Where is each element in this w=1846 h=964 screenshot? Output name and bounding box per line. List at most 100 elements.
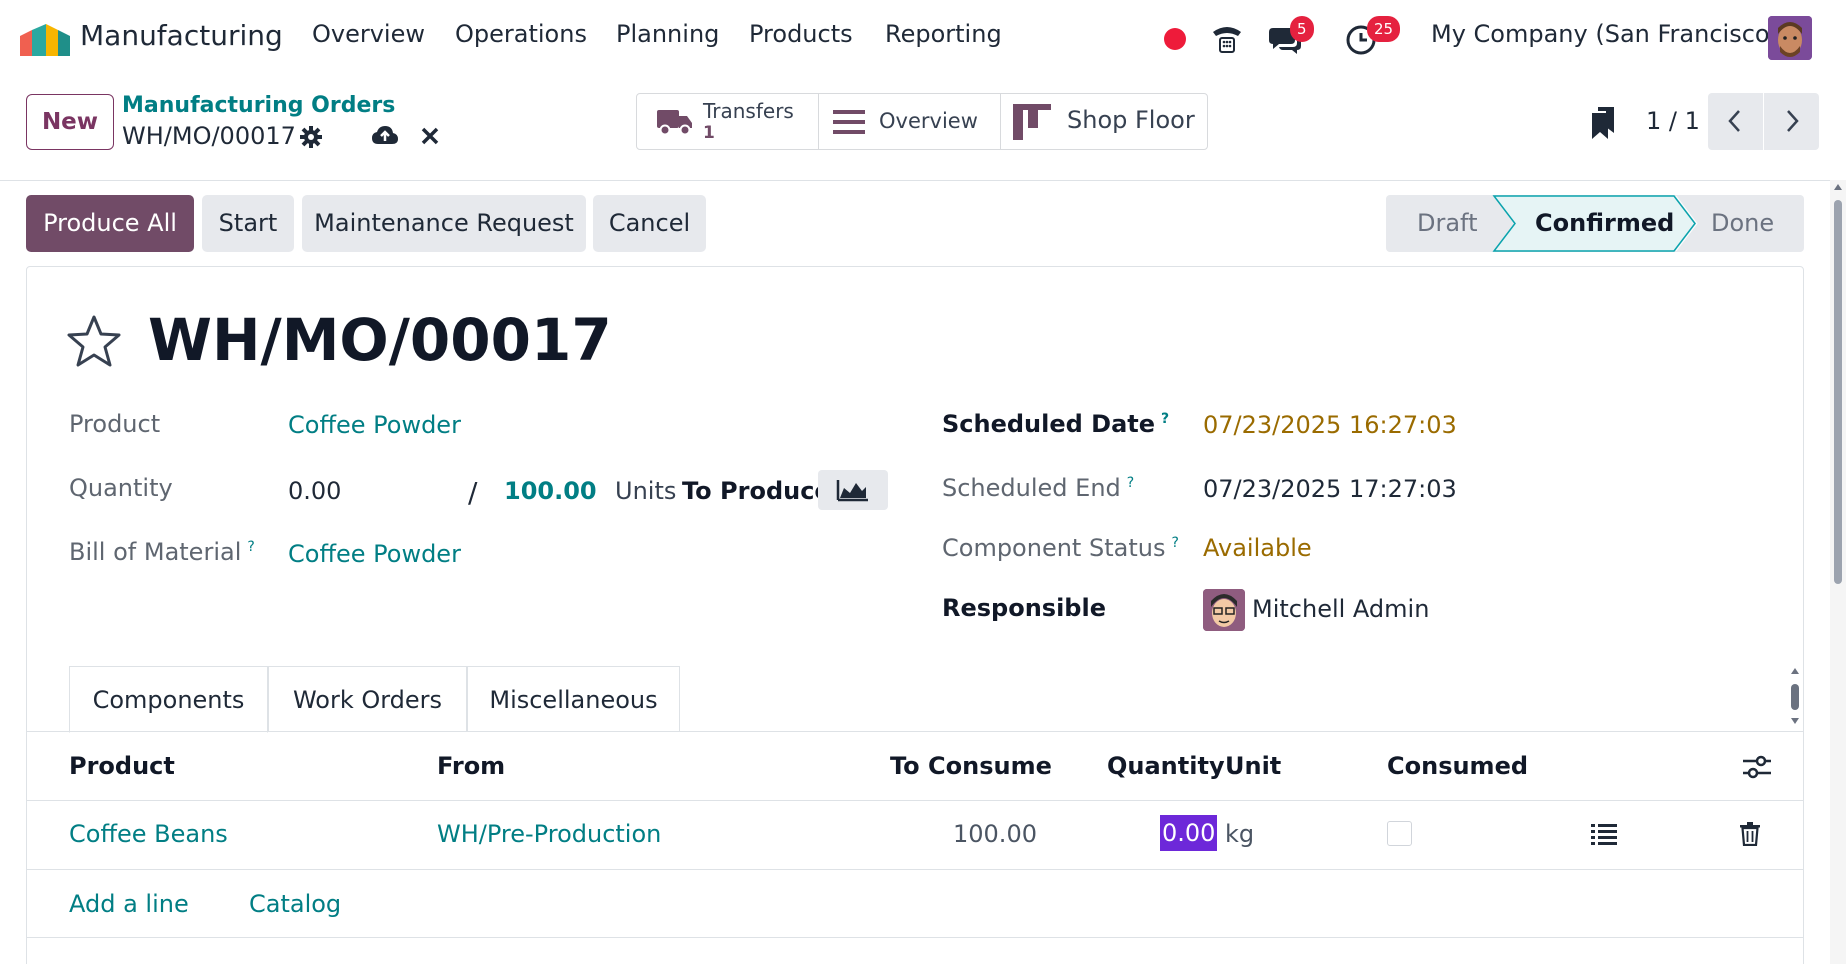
optional-columns-icon[interactable] (1743, 754, 1771, 780)
quantity-input[interactable]: 0.00 (288, 477, 341, 505)
row-delete-trash-icon[interactable] (1740, 822, 1760, 846)
save-cloud-icon[interactable] (371, 124, 399, 148)
row-unit: kg (1225, 820, 1255, 848)
row-details-list-icon[interactable] (1591, 823, 1617, 845)
maintenance-request-button[interactable]: Maintenance Request (302, 195, 586, 252)
bom-field[interactable]: Coffee Powder (288, 540, 461, 568)
phone-icon[interactable] (1210, 22, 1244, 56)
bookmark-icon[interactable] (1592, 107, 1616, 139)
page-scrollbar-thumb[interactable] (1834, 200, 1842, 584)
favorite-star-icon[interactable] (66, 314, 122, 368)
overview-label: Overview (879, 109, 978, 133)
quantity-label: Quantity (69, 474, 173, 502)
scheduled-date-help-icon[interactable]: ? (1161, 411, 1169, 427)
chevron-right-icon (1787, 110, 1799, 132)
bom-label-text: Bill of Material (69, 538, 242, 566)
row-to-consume: 100.00 (953, 820, 1037, 848)
bom-help-icon[interactable]: ? (247, 539, 254, 555)
page-scrollbar-up-arrow[interactable] (1834, 184, 1842, 190)
scheduled-end-label-text: Scheduled End (942, 474, 1121, 502)
start-button[interactable]: Start (202, 195, 294, 252)
menu-products[interactable]: Products (749, 20, 853, 48)
overview-smart-button[interactable]: Overview (819, 94, 1001, 149)
col-unit[interactable]: Unit (1225, 752, 1281, 780)
forecast-chart-button[interactable] (818, 470, 888, 510)
breadcrumb-parent[interactable]: Manufacturing Orders (122, 93, 395, 118)
messages-badge: 5 (1290, 16, 1314, 42)
table-scrollbar[interactable] (1788, 668, 1802, 726)
product-label: Product (69, 410, 161, 438)
menu-overview[interactable]: Overview (312, 20, 425, 48)
catalog-link[interactable]: Catalog (249, 890, 341, 918)
quantity-target[interactable]: 100.00 (504, 477, 597, 505)
shop-floor-label: Shop Floor (1067, 106, 1195, 134)
component-status-label: Component Status? (942, 534, 1179, 562)
scheduled-end-label: Scheduled End? (942, 474, 1134, 502)
record-title: WH/MO/00017 (148, 306, 612, 374)
menu-operations[interactable]: Operations (455, 20, 587, 48)
component-status-label-text: Component Status (942, 534, 1166, 562)
activities-badge: 25 (1367, 16, 1401, 42)
pager-value[interactable]: 1 / 1 (1646, 107, 1700, 135)
row-product[interactable]: Coffee Beans (69, 820, 228, 848)
bom-label: Bill of Material? (69, 538, 255, 566)
pager-previous-button[interactable] (1708, 93, 1763, 150)
table-scrollbar-thumb[interactable] (1791, 684, 1799, 710)
scheduled-end-help-icon[interactable]: ? (1127, 475, 1134, 491)
control-panel-divider (0, 180, 1830, 181)
col-from[interactable]: From (437, 752, 505, 780)
col-to-consume[interactable]: To Consume (890, 752, 1052, 780)
shop-floor-smart-button[interactable]: Shop Floor (1001, 94, 1207, 149)
app-logo-icon[interactable] (20, 22, 70, 56)
discard-close-icon[interactable] (421, 127, 439, 145)
table-scrollbar-up-arrow[interactable] (1791, 668, 1799, 674)
row-consumed-checkbox[interactable] (1387, 821, 1412, 846)
table-scrollbar-down-arrow[interactable] (1791, 718, 1799, 724)
pager-next-button[interactable] (1764, 93, 1819, 150)
tab-work-orders[interactable]: Work Orders (268, 666, 467, 732)
menu-reporting[interactable]: Reporting (885, 20, 1002, 48)
area-chart-icon (836, 480, 868, 502)
status-done[interactable]: Done (1711, 209, 1774, 237)
responsible-field[interactable]: Mitchell Admin (1252, 595, 1429, 623)
breadcrumb-current: WH/MO/00017 (122, 122, 296, 150)
col-product[interactable]: Product (69, 752, 175, 780)
user-avatar[interactable] (1768, 16, 1812, 60)
status-confirmed[interactable]: Confirmed (1535, 209, 1674, 237)
table-row-divider (26, 869, 1804, 870)
row-from[interactable]: WH/Pre-Production (437, 820, 661, 848)
scheduled-date-label-text: Scheduled Date (942, 410, 1156, 438)
scheduled-date-label: Scheduled Date? (942, 410, 1169, 438)
tab-components[interactable]: Components (69, 666, 268, 733)
table-row[interactable] (26, 801, 1804, 869)
add-line-link[interactable]: Add a line (69, 890, 189, 918)
transfers-count: 1 (703, 123, 715, 143)
app-name[interactable]: Manufacturing (80, 19, 283, 52)
transfers-smart-button[interactable]: Transfers 1 (637, 94, 819, 149)
responsible-avatar (1203, 589, 1245, 631)
new-button[interactable]: New (26, 94, 114, 150)
quantity-unit: Units (615, 477, 677, 505)
shop-floor-icon (1013, 104, 1051, 140)
col-quantity[interactable]: Quantity (1107, 752, 1225, 780)
tab-miscellaneous[interactable]: Miscellaneous (467, 666, 680, 732)
col-consumed[interactable]: Consumed (1387, 752, 1528, 780)
row-quantity-input[interactable]: 0.00 (1160, 815, 1218, 851)
quantity-to-produce: To Produce (682, 477, 831, 505)
scheduled-end-field[interactable]: 07/23/2025 17:27:03 (1203, 475, 1457, 503)
responsible-label: Responsible (942, 594, 1106, 622)
component-status-help-icon[interactable]: ? (1171, 535, 1178, 551)
company-switcher[interactable]: My Company (San Francisco) (1431, 20, 1779, 48)
transfers-label: Transfers (703, 99, 794, 123)
status-draft[interactable]: Draft (1417, 209, 1478, 237)
page-scrollbar[interactable] (1830, 180, 1846, 964)
smart-buttons: Transfers 1 Overview Shop Floor (636, 93, 1208, 150)
menu-planning[interactable]: Planning (616, 20, 719, 48)
table-footer-divider (26, 937, 1804, 938)
produce-all-button[interactable]: Produce All (26, 195, 194, 252)
product-field[interactable]: Coffee Powder (288, 411, 461, 439)
recording-dot-icon[interactable] (1164, 28, 1186, 50)
gear-icon[interactable] (300, 126, 322, 148)
scheduled-date-field[interactable]: 07/23/2025 16:27:03 (1203, 411, 1457, 439)
cancel-button[interactable]: Cancel (593, 195, 706, 252)
